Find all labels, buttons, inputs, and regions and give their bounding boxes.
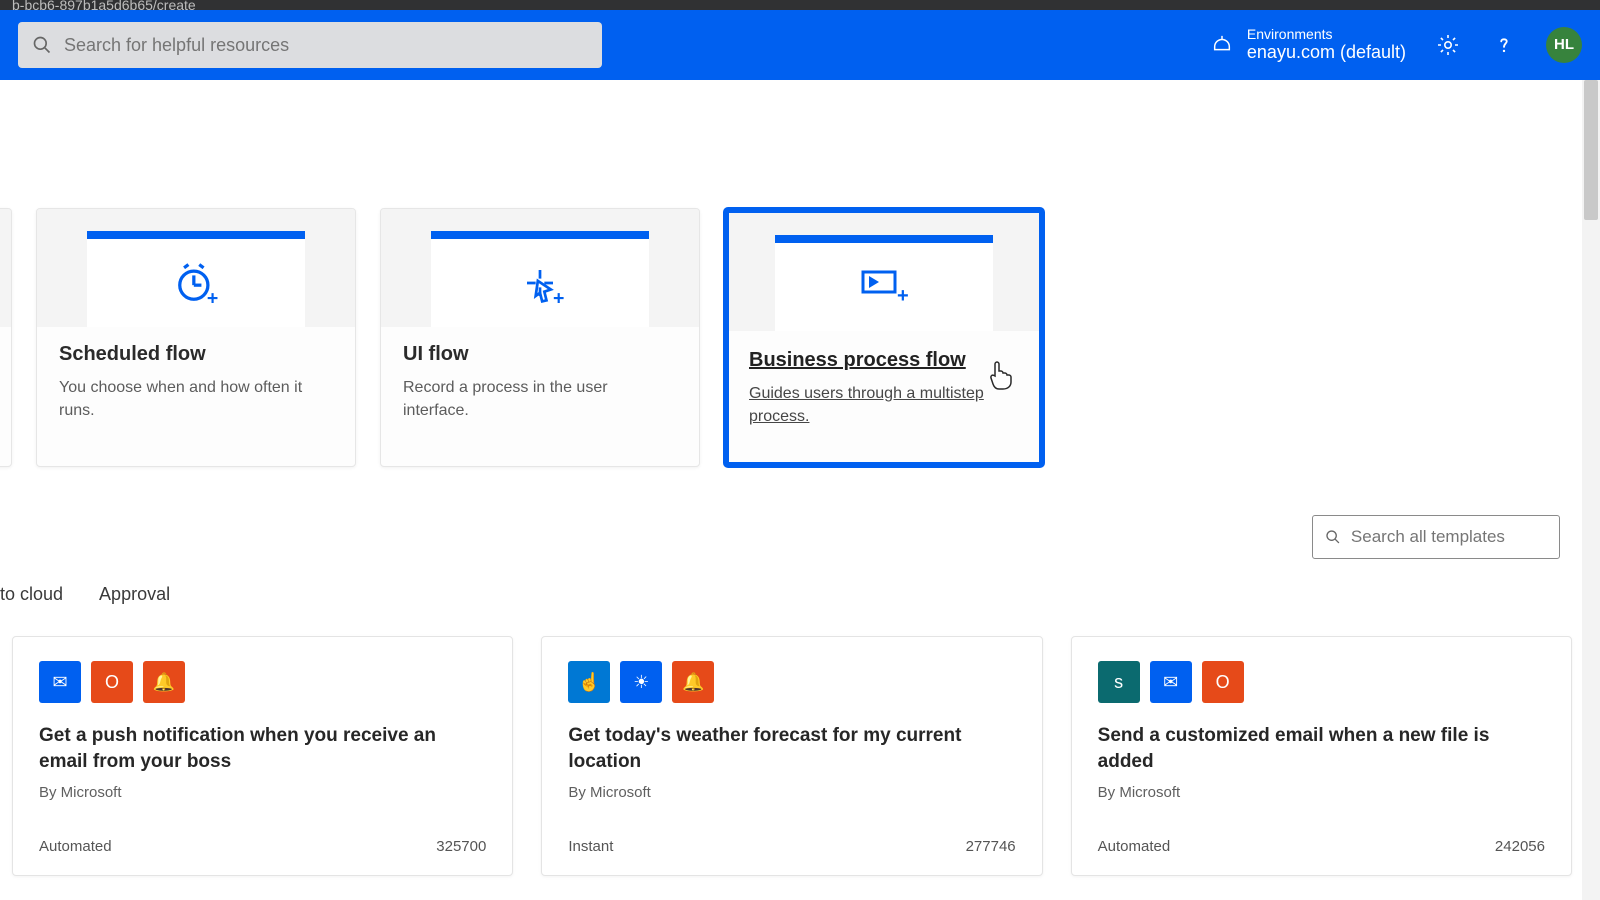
search-input[interactable] xyxy=(64,35,588,56)
template-search-input[interactable] xyxy=(1351,527,1547,547)
flow-card-title: UI flow xyxy=(403,343,677,366)
tab-approval[interactable]: Approval xyxy=(99,584,170,611)
office-icon: O xyxy=(1202,661,1244,703)
template-category-tabs: to cloud Approval xyxy=(0,584,170,611)
ui-flow-icon: + xyxy=(514,257,566,309)
scrollbar-thumb[interactable] xyxy=(1584,80,1598,220)
flow-card-desc: You choose when and how often it runs. xyxy=(59,376,333,422)
tab-to-cloud[interactable]: to cloud xyxy=(0,584,63,611)
flow-card-desc: Record a process in the user interface. xyxy=(403,376,677,422)
scheduled-flow-icon: + xyxy=(170,257,222,309)
flow-card-art: + xyxy=(37,209,355,327)
template-card[interactable]: ✉ O 🔔 Get a push notification when you r… xyxy=(12,636,513,876)
settings-button[interactable] xyxy=(1434,31,1462,59)
outlook-icon: ✉ xyxy=(1150,661,1192,703)
template-type: Automated xyxy=(39,838,112,855)
template-count: 242056 xyxy=(1495,838,1545,855)
template-title: Get a push notification when you receive… xyxy=(39,723,486,774)
header-search-box[interactable] xyxy=(18,22,602,68)
flow-card-title: Scheduled flow xyxy=(59,343,333,366)
notification-icon: 🔔 xyxy=(672,661,714,703)
svg-text:+: + xyxy=(553,288,564,309)
help-button[interactable] xyxy=(1490,31,1518,59)
flow-card-automated[interactable]: + as needed. xyxy=(0,208,12,467)
template-card-row: ✉ O 🔔 Get a push notification when you r… xyxy=(12,636,1572,876)
flow-card-art: + xyxy=(381,209,699,327)
office-icon: O xyxy=(91,661,133,703)
user-avatar[interactable]: HL xyxy=(1546,27,1582,63)
search-icon xyxy=(1325,528,1341,546)
flow-card-scheduled[interactable]: + Scheduled flow You choose when and how… xyxy=(36,208,356,467)
template-count: 325700 xyxy=(436,838,486,855)
template-card[interactable]: ☝ ☀ 🔔 Get today's weather forecast for m… xyxy=(541,636,1042,876)
flow-card-art: + xyxy=(0,209,11,327)
template-card[interactable]: s ✉ O Send a customized email when a new… xyxy=(1071,636,1572,876)
notification-icon: 🔔 xyxy=(143,661,185,703)
browser-address-bar: b-bcb6-897b1a5d6b65/create ☆ ⬤⬤ Incognit… xyxy=(0,0,1600,10)
help-icon xyxy=(1493,34,1515,56)
svg-text:+: + xyxy=(207,288,218,309)
environment-name: enayu.com (default) xyxy=(1247,42,1406,63)
svg-text:+: + xyxy=(897,285,909,307)
template-author: By Microsoft xyxy=(1098,784,1545,801)
flow-card-title: Business process flow xyxy=(749,349,1019,372)
page-content: + as needed. + xyxy=(0,80,1600,900)
gear-icon xyxy=(1436,33,1460,57)
flow-card-business-process[interactable]: + Business process flow Guides users thr… xyxy=(724,208,1044,467)
environment-picker[interactable]: Environments enayu.com (default) xyxy=(1211,27,1406,63)
environment-icon xyxy=(1211,34,1233,56)
app-header: Environments enayu.com (default) HL xyxy=(0,10,1600,80)
outlook-icon: ✉ xyxy=(39,661,81,703)
button-icon: ☝ xyxy=(568,661,610,703)
business-process-flow-icon: + xyxy=(855,262,913,312)
template-connector-icons: ✉ O 🔔 xyxy=(39,661,486,703)
search-icon xyxy=(32,35,52,55)
template-type: Instant xyxy=(568,838,613,855)
template-connector-icons: ☝ ☀ 🔔 xyxy=(568,661,1015,703)
template-author: By Microsoft xyxy=(39,784,486,801)
template-type: Automated xyxy=(1098,838,1171,855)
template-count: 277746 xyxy=(966,838,1016,855)
template-connector-icons: s ✉ O xyxy=(1098,661,1545,703)
flow-type-card-row: + as needed. + xyxy=(0,208,1600,467)
weather-icon: ☀ xyxy=(620,661,662,703)
flow-card-art: + xyxy=(729,213,1039,331)
flow-card-desc: Guides users through a multistep process… xyxy=(749,382,1019,428)
template-author: By Microsoft xyxy=(568,784,1015,801)
vertical-scrollbar[interactable] xyxy=(1582,80,1600,900)
flow-card-ui[interactable]: + UI flow Record a process in the user i… xyxy=(380,208,700,467)
sharepoint-icon: s xyxy=(1098,661,1140,703)
environment-label: Environments xyxy=(1247,27,1406,42)
template-title: Get today's weather forecast for my curr… xyxy=(568,723,1015,774)
template-search-box[interactable] xyxy=(1312,515,1560,559)
template-title: Send a customized email when a new file … xyxy=(1098,723,1545,774)
